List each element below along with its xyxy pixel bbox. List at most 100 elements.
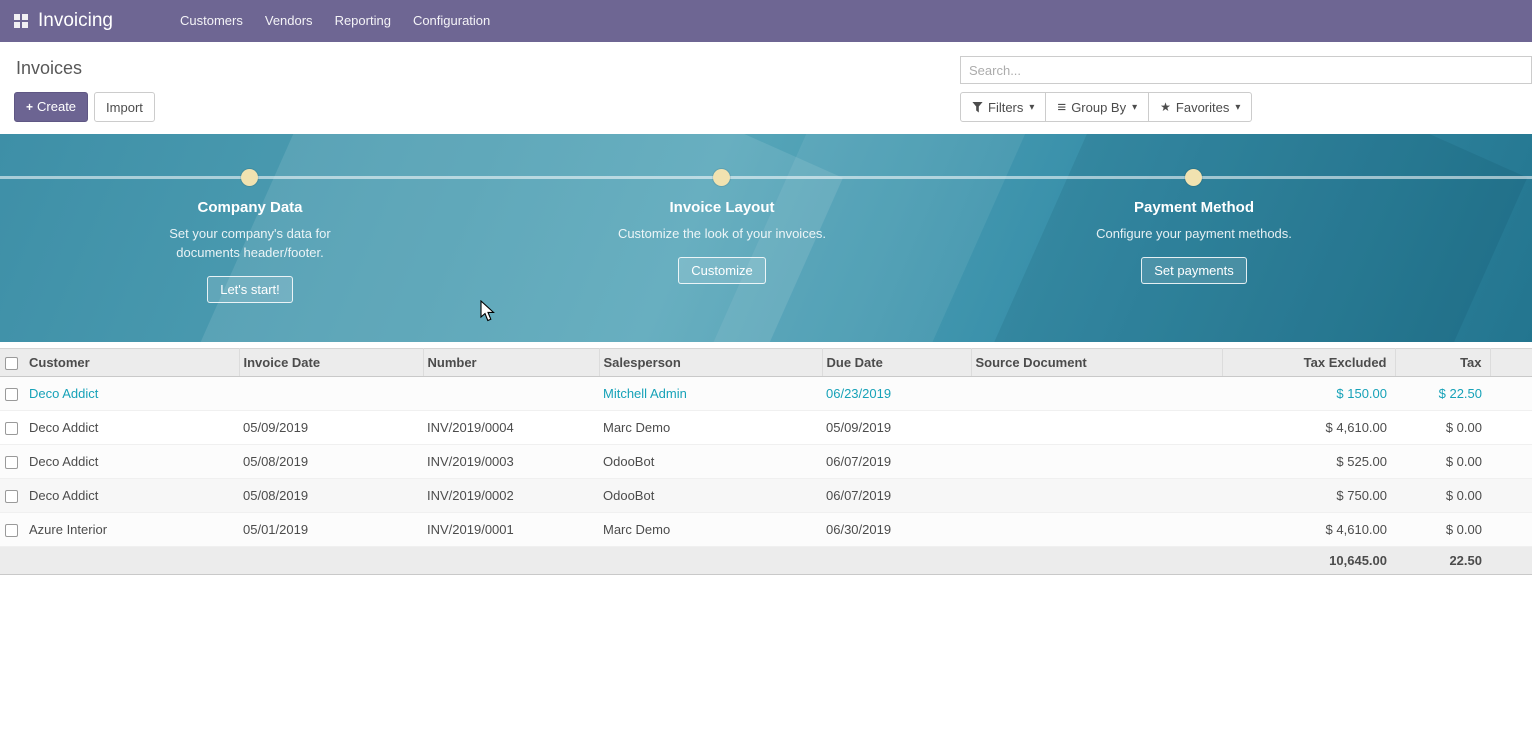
cell-invoice-date [239, 377, 423, 411]
step-title: Payment Method [1074, 198, 1314, 218]
set-payments-button[interactable]: Set payments [1141, 257, 1247, 284]
table-row[interactable]: Deco Addict 05/08/2019 INV/2019/0002 Odo… [0, 479, 1532, 513]
select-all-checkbox[interactable] [5, 357, 18, 370]
table-header-row: Customer Invoice Date Number Salesperson… [0, 349, 1532, 377]
cell-tax: $ 0.00 [1395, 445, 1490, 479]
menu-customers[interactable]: Customers [169, 0, 254, 42]
favorites-star-icon: ★ [1160, 99, 1171, 116]
cell-customer: Azure Interior [25, 513, 239, 547]
create-button[interactable]: +Create [14, 92, 88, 122]
onboarding-step-dot [713, 169, 730, 186]
cell-salesperson: Marc Demo [599, 411, 822, 445]
onboarding-banner: Company Data Set your company's data for… [0, 134, 1532, 342]
customize-button[interactable]: Customize [678, 257, 765, 284]
cell-source-document [971, 513, 1222, 547]
cell-customer: Deco Addict [25, 479, 239, 513]
cell-tax: $ 22.50 [1395, 377, 1490, 411]
cell-tax-excluded: $ 150.00 [1222, 377, 1395, 411]
table-row[interactable]: Deco Addict 05/08/2019 INV/2019/0003 Odo… [0, 445, 1532, 479]
group-by-icon: ≡ [1057, 102, 1066, 113]
row-checkbox[interactable] [5, 490, 18, 503]
cell-tax-excluded: $ 4,610.00 [1222, 513, 1395, 547]
cell-salesperson: Marc Demo [599, 513, 822, 547]
apps-menu-icon[interactable] [14, 14, 28, 28]
table-row[interactable]: Azure Interior 05/01/2019 INV/2019/0001 … [0, 513, 1532, 547]
cell-salesperson: OdooBot [599, 479, 822, 513]
cell-number: INV/2019/0002 [423, 479, 599, 513]
group-by-button[interactable]: ≡Group By▾ [1045, 92, 1149, 122]
header-source-document[interactable]: Source Document [971, 349, 1222, 377]
page-title: Invoices [16, 58, 82, 79]
cell-tax: $ 0.00 [1395, 479, 1490, 513]
top-menu: Customers Vendors Reporting Configuratio… [169, 0, 501, 42]
cell-due-date: 06/30/2019 [822, 513, 971, 547]
menu-configuration[interactable]: Configuration [402, 0, 501, 42]
menu-reporting[interactable]: Reporting [324, 0, 402, 42]
cell-tax: $ 0.00 [1395, 513, 1490, 547]
cell-salesperson: Mitchell Admin [599, 377, 822, 411]
cell-due-date: 05/09/2019 [822, 411, 971, 445]
header-customer[interactable]: Customer [25, 349, 239, 377]
cell-customer: Deco Addict [25, 445, 239, 479]
table-row[interactable]: Deco Addict Mitchell Admin 06/23/2019 $ … [0, 377, 1532, 411]
header-tax-excluded[interactable]: Tax Excluded [1222, 349, 1395, 377]
cell-number [423, 377, 599, 411]
total-tax: 22.50 [1395, 547, 1490, 575]
cell-number: INV/2019/0003 [423, 445, 599, 479]
cell-source-document [971, 411, 1222, 445]
cell-invoice-date: 05/08/2019 [239, 479, 423, 513]
row-checkbox[interactable] [5, 422, 18, 435]
table-row[interactable]: Deco Addict 05/09/2019 INV/2019/0004 Mar… [0, 411, 1532, 445]
header-invoice-date[interactable]: Invoice Date [239, 349, 423, 377]
chevron-down-icon: ▾ [1132, 99, 1137, 116]
app-name[interactable]: Invoicing [38, 10, 113, 32]
row-checkbox[interactable] [5, 388, 18, 401]
control-panel: Invoices +Create Import Filters▾ ≡Group … [0, 42, 1532, 134]
row-checkbox[interactable] [5, 524, 18, 537]
cell-tax-excluded: $ 525.00 [1222, 445, 1395, 479]
cell-due-date: 06/23/2019 [822, 377, 971, 411]
top-nav-bar: Invoicing Customers Vendors Reporting Co… [0, 0, 1532, 42]
chevron-down-icon: ▾ [1235, 99, 1240, 116]
row-checkbox[interactable] [5, 456, 18, 469]
step-title: Company Data [130, 198, 370, 218]
step-description: Customize the look of your invoices. [612, 224, 832, 243]
cell-due-date: 06/07/2019 [822, 479, 971, 513]
header-due-date[interactable]: Due Date [822, 349, 971, 377]
cell-source-document [971, 479, 1222, 513]
favorites-button[interactable]: ★Favorites▾ [1148, 92, 1252, 122]
import-button[interactable]: Import [94, 92, 155, 122]
chevron-down-icon: ▾ [1029, 99, 1034, 116]
cell-salesperson: OdooBot [599, 445, 822, 479]
onboarding-step-dot [1185, 169, 1202, 186]
cell-customer: Deco Addict [25, 377, 239, 411]
cell-invoice-date: 05/09/2019 [239, 411, 423, 445]
cell-number: INV/2019/0004 [423, 411, 599, 445]
cell-source-document [971, 445, 1222, 479]
onboarding-timeline [0, 176, 1532, 179]
plus-icon: + [26, 100, 33, 114]
menu-vendors[interactable]: Vendors [254, 0, 324, 42]
lets-start-button[interactable]: Let's start! [207, 276, 293, 303]
header-salesperson[interactable]: Salesperson [599, 349, 822, 377]
cell-number: INV/2019/0001 [423, 513, 599, 547]
header-filler [1490, 349, 1532, 377]
onboarding-step-invoice-layout: Invoice Layout Customize the look of you… [602, 198, 842, 284]
cell-invoice-date: 05/01/2019 [239, 513, 423, 547]
onboarding-step-dot [241, 169, 258, 186]
cell-source-document [971, 377, 1222, 411]
onboarding-step-payment-method: Payment Method Configure your payment me… [1074, 198, 1314, 284]
header-tax[interactable]: Tax [1395, 349, 1490, 377]
onboarding-step-company-data: Company Data Set your company's data for… [130, 198, 370, 303]
cell-invoice-date: 05/08/2019 [239, 445, 423, 479]
table-totals-row: 10,645.00 22.50 [0, 547, 1532, 575]
step-title: Invoice Layout [602, 198, 842, 218]
filters-button[interactable]: Filters▾ [960, 92, 1046, 122]
step-description: Configure your payment methods. [1084, 224, 1304, 243]
search-input[interactable] [960, 56, 1532, 84]
total-tax-excluded: 10,645.00 [1222, 547, 1395, 575]
filter-icon [972, 102, 983, 113]
cell-tax: $ 0.00 [1395, 411, 1490, 445]
header-number[interactable]: Number [423, 349, 599, 377]
cell-tax-excluded: $ 4,610.00 [1222, 411, 1395, 445]
